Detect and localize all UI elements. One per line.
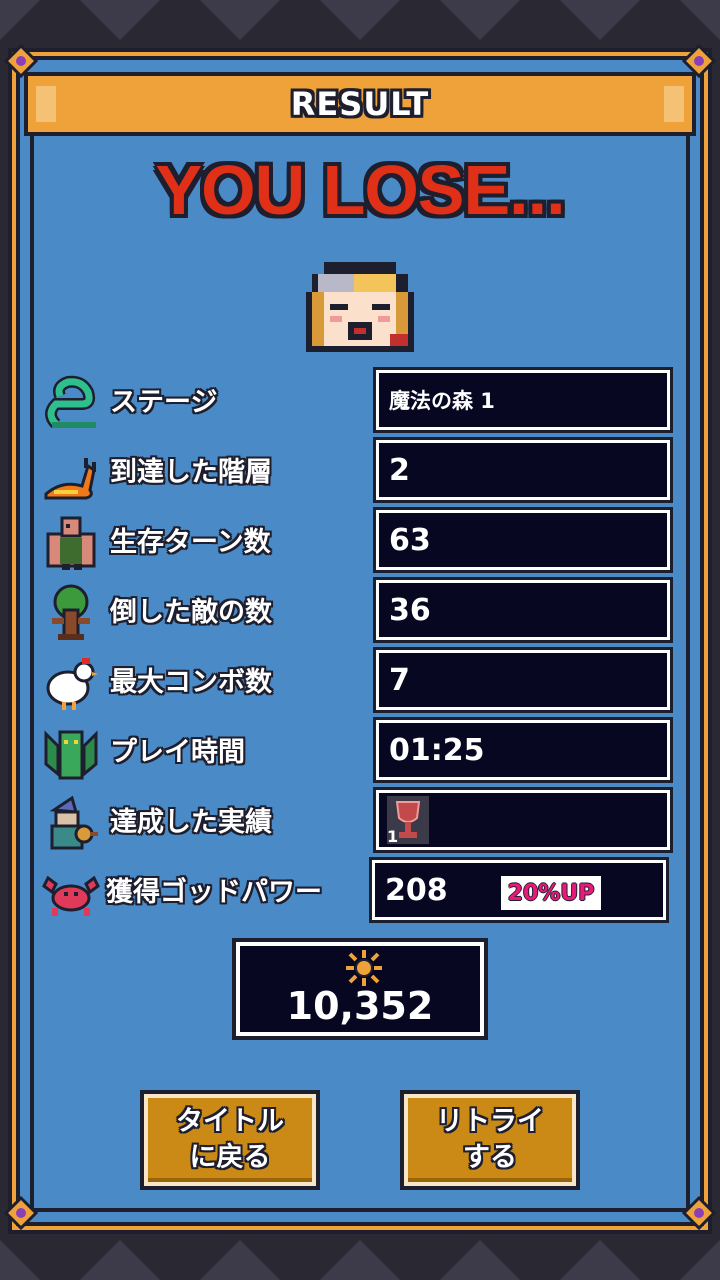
- stat-value: 36: [389, 592, 431, 628]
- stat-row-defeated: 倒した敵の数 36: [42, 580, 678, 642]
- page-title: RESULT: [290, 85, 430, 123]
- retry-button[interactable]: リトライ する: [404, 1094, 576, 1186]
- stat-value: 7: [389, 662, 410, 698]
- stat-value: 208: [385, 872, 448, 908]
- stat-label: 最大コンボ数: [110, 667, 272, 698]
- stat-value: 2: [389, 452, 410, 488]
- gargoyle-icon: [44, 730, 98, 780]
- stat-label: 倒した敵の数: [110, 597, 272, 628]
- stat-value-box: 208 20%UP: [372, 860, 666, 920]
- stat-row-god-power: 獲得ゴッドパワー 208 20%UP: [42, 860, 678, 922]
- snake-icon: [45, 375, 96, 429]
- stat-label: 生存ターン数: [110, 527, 271, 558]
- stat-value: 魔法の森 1: [389, 389, 495, 413]
- stat-label: 獲得ゴッドパワー: [106, 877, 322, 908]
- slug-icon: [44, 458, 96, 500]
- stat-value-box: 7: [376, 650, 670, 710]
- stat-value-box: 1: [376, 790, 670, 850]
- title-bar: RESULT: [24, 72, 696, 136]
- result-headline: YOU LOSE...: [155, 151, 565, 229]
- stat-value-box: 01:25: [376, 720, 670, 780]
- stat-value-box: 2: [376, 440, 670, 500]
- tree-monster-icon: [52, 584, 90, 640]
- stat-row-achievements: 達成した実績 1: [42, 790, 678, 852]
- title-bar-edge: [36, 86, 56, 122]
- stat-label: 到達した階層: [110, 457, 272, 488]
- chicken-icon: [46, 658, 98, 710]
- stat-label: プレイ時間: [110, 737, 245, 768]
- stat-value-box: 魔法の森 1: [376, 370, 670, 430]
- return-to-title-label: タイトル に戻る: [176, 1106, 284, 1173]
- stat-value-box: 63: [376, 510, 670, 570]
- stat-row-turns: 生存ターン数 63: [42, 510, 678, 572]
- player-avatar: [306, 262, 414, 352]
- stat-row-stage: ステージ 魔法の森 1: [42, 370, 678, 432]
- corner-ornament-icon: [4, 1196, 38, 1230]
- achievement-count: 1: [387, 827, 399, 846]
- crab-icon: [42, 875, 100, 916]
- stat-row-combo: 最大コンボ数 7: [42, 650, 678, 712]
- wizard-icon: [49, 795, 98, 850]
- total-score: 10,352: [286, 984, 434, 1028]
- stat-value: 01:25: [389, 732, 485, 768]
- corner-ornament-icon: [682, 1196, 716, 1230]
- return-to-title-button[interactable]: タイトル に戻る: [144, 1094, 316, 1186]
- stat-row-playtime: プレイ時間 01:25: [42, 720, 678, 782]
- ogre-icon: [46, 516, 96, 570]
- sun-icon: [346, 950, 382, 986]
- total-score-box: 10,352: [236, 942, 484, 1036]
- stat-label: ステージ: [110, 387, 218, 418]
- retry-label: リトライ する: [436, 1106, 544, 1173]
- title-bar-edge: [664, 86, 684, 122]
- stat-value-box: 36: [376, 580, 670, 640]
- bonus-badge: 20%UP: [501, 876, 601, 910]
- stat-label: 達成した実績: [110, 807, 272, 838]
- stat-row-floor: 到達した階層 2: [42, 440, 678, 502]
- achievement-trophy: 1: [387, 796, 429, 846]
- stat-value: 63: [389, 522, 431, 558]
